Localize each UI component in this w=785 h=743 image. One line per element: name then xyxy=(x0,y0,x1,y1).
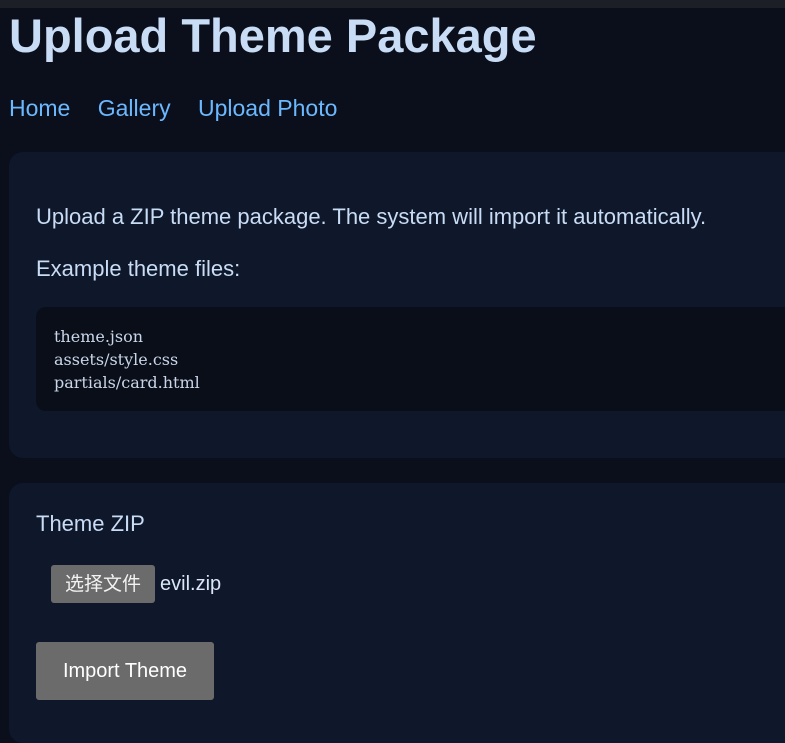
example-file-line: assets/style.css xyxy=(54,350,179,369)
main-nav: Home Gallery Upload Photo xyxy=(9,94,358,122)
example-files-label: Example theme files: xyxy=(36,256,241,281)
nav-link-home[interactable]: Home xyxy=(9,95,70,121)
info-card: Upload a ZIP theme package. The system w… xyxy=(9,152,785,458)
example-files-code-block: theme.json assets/style.css partials/car… xyxy=(36,307,785,411)
nav-link-upload-photo[interactable]: Upload Photo xyxy=(198,95,337,121)
import-theme-button[interactable]: Import Theme xyxy=(36,642,214,700)
example-file-line: partials/card.html xyxy=(54,373,200,392)
page-title: Upload Theme Package xyxy=(9,9,537,62)
nav-link-gallery[interactable]: Gallery xyxy=(98,95,171,121)
theme-zip-label: Theme ZIP xyxy=(36,511,145,536)
choose-file-button[interactable]: 选择文件 xyxy=(51,565,155,603)
upload-description: Upload a ZIP theme package. The system w… xyxy=(36,204,707,229)
selected-file-name: evil.zip xyxy=(160,573,222,595)
example-file-line: theme.json xyxy=(54,327,144,346)
browser-top-strip xyxy=(0,0,785,8)
upload-form-card: Theme ZIP 选择文件 evil.zip Import Theme xyxy=(9,483,785,743)
